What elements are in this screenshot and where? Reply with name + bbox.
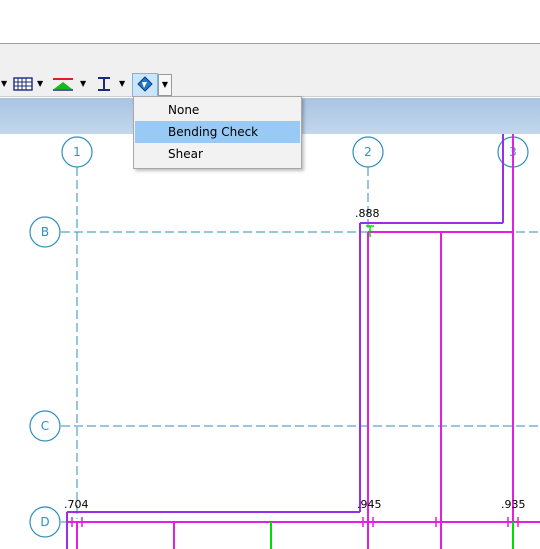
hatch-pattern-icon[interactable] [13, 74, 33, 94]
ratio-label-bottom-right: .935 [501, 498, 526, 511]
dropdown-arrow-0[interactable]: ▼ [1, 74, 7, 94]
window-top-area [0, 0, 540, 44]
ratio-label-top: .888 [355, 207, 380, 220]
menu-item-shear[interactable]: Shear [135, 143, 300, 165]
load-line-icon[interactable] [51, 74, 75, 94]
grid-label-2: 2 [364, 145, 372, 159]
ratio-label-bottom-mid: .945 [357, 498, 382, 511]
dropdown-arrow-1[interactable]: ▼ [37, 74, 43, 94]
grid-label-B: B [41, 225, 49, 239]
ratio-label-bottom-left: .704 [64, 498, 89, 511]
dropdown-arrow-3[interactable]: ▼ [119, 74, 125, 94]
member-check-dropdown-button[interactable]: ▼ [158, 74, 172, 96]
toolbar: ▼ ▼ ▼ ▼ ▼ [0, 44, 540, 97]
menu-item-bending-check[interactable]: Bending Check [135, 121, 300, 143]
i-beam-icon[interactable] [95, 74, 113, 94]
drawing-canvas[interactable]: 1 2 3 B C D .888 .704 .945 .935 [0, 134, 540, 549]
grid-label-C: C [41, 419, 49, 433]
dropdown-arrow-2[interactable]: ▼ [80, 74, 86, 94]
grid-label-D: D [40, 515, 49, 529]
grid-label-1: 1 [73, 145, 81, 159]
check-type-dropdown-menu: None Bending Check Shear [133, 96, 302, 169]
member-check-icon[interactable] [132, 73, 158, 97]
menu-item-none[interactable]: None [135, 99, 300, 121]
